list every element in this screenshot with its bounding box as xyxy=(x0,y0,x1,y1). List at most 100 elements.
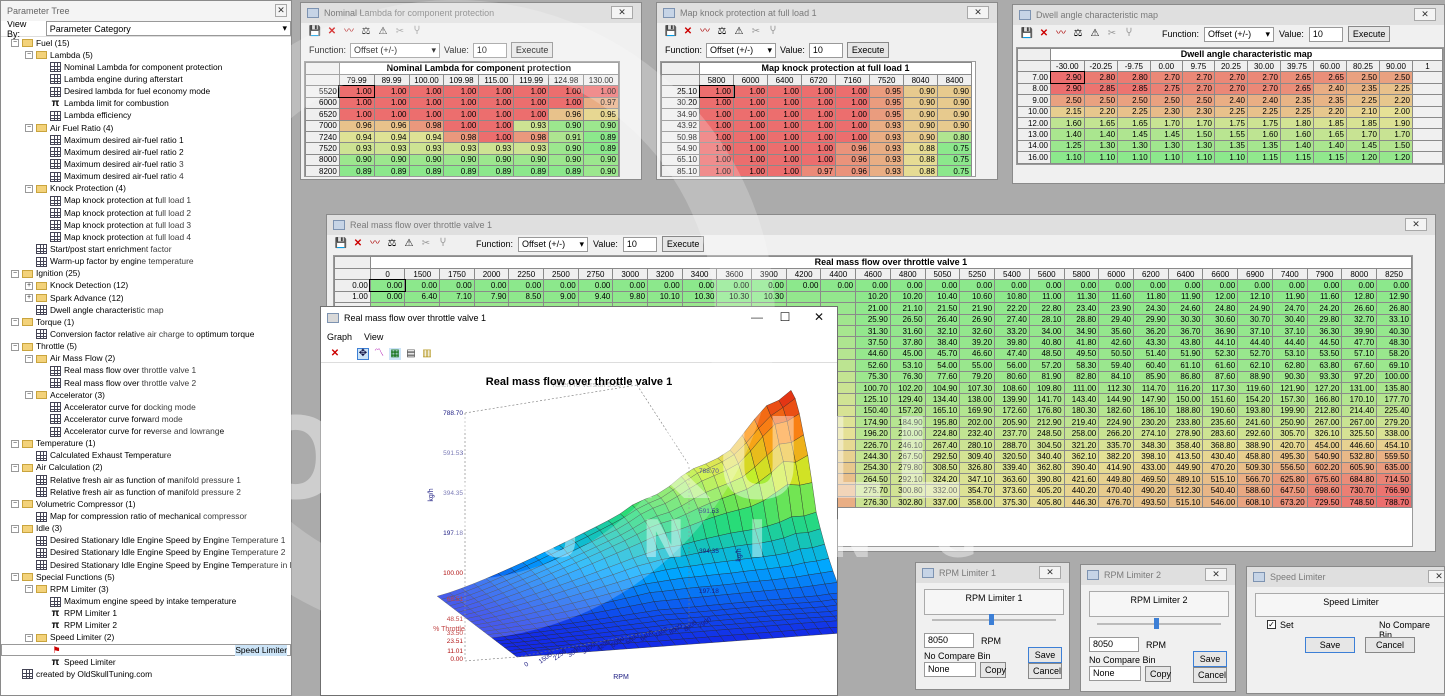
table-cell[interactable]: 12.00 xyxy=(1202,290,1239,304)
table-cell[interactable]: 1.00 xyxy=(443,119,480,132)
table-cell[interactable]: 1.00 xyxy=(733,142,768,155)
table-cell[interactable]: 305.70 xyxy=(1271,427,1308,440)
tree-item[interactable]: Map for compression ratio of mechanical … xyxy=(1,510,291,522)
table-cell[interactable]: 258.00 xyxy=(1063,427,1100,440)
table-cell[interactable]: 684.80 xyxy=(1341,473,1378,486)
expand-icon[interactable]: − xyxy=(25,354,33,363)
tree-item[interactable]: − Fuel (15) xyxy=(1,37,291,49)
table-cell[interactable]: 0.00 xyxy=(1341,279,1378,292)
table-cell[interactable]: 1.00 xyxy=(767,119,802,132)
table-cell[interactable]: 454.10 xyxy=(1376,438,1412,452)
table-cell[interactable]: 1.10 xyxy=(1213,151,1248,164)
tree-item[interactable]: − Speed Limiter (2) xyxy=(1,632,291,644)
table-cell[interactable]: 0.90 xyxy=(903,108,938,121)
table-cell[interactable]: 104.90 xyxy=(924,381,961,395)
table-cell[interactable]: 0.00 xyxy=(855,279,891,292)
table-cell[interactable]: 413.50 xyxy=(1167,450,1204,463)
table-cell[interactable]: 0.90 xyxy=(937,85,972,98)
trace-icon[interactable]: 〽 xyxy=(373,348,385,360)
table-cell[interactable]: 0.00 xyxy=(1063,279,1100,292)
table-cell[interactable]: 1.90 xyxy=(1378,116,1413,130)
table-cell[interactable]: 1.00 xyxy=(801,108,836,121)
compare-icon[interactable]: ⚖ xyxy=(386,238,398,250)
table-cell[interactable]: 2.10 xyxy=(1345,105,1380,118)
expand-icon[interactable]: + xyxy=(25,281,33,290)
table-cell[interactable]: 134.40 xyxy=(924,393,961,406)
table-cell[interactable]: 41.80 xyxy=(1063,336,1100,349)
table-cell[interactable]: 154.20 xyxy=(1237,393,1273,406)
row-header[interactable]: 43.92 xyxy=(661,119,700,132)
maximize-icon[interactable]: ☐ xyxy=(777,310,793,324)
column-header[interactable]: 5600 xyxy=(1028,267,1065,281)
table-cell[interactable]: 0.00 xyxy=(785,279,822,292)
table-cell[interactable]: 196.20 xyxy=(855,427,891,440)
tree-item[interactable]: Relative fresh air as function of manifo… xyxy=(1,486,291,498)
rpm2-slider-thumb[interactable] xyxy=(1154,618,1159,629)
table-cell[interactable]: 470.40 xyxy=(1098,484,1134,497)
table-cell[interactable]: 32.10 xyxy=(924,324,961,338)
table-cell[interactable]: 1.60 xyxy=(1246,128,1281,141)
table-cell[interactable]: 1.80 xyxy=(1279,116,1314,130)
table-cell[interactable]: 0.93 xyxy=(869,153,904,167)
table-cell[interactable]: 176.80 xyxy=(1028,404,1065,418)
cancel-icon[interactable]: ✕ xyxy=(352,238,364,250)
table-cell[interactable]: 279.20 xyxy=(1376,416,1412,429)
table-cell[interactable]: 11.60 xyxy=(1306,290,1343,304)
table-cell[interactable]: 279.80 xyxy=(889,461,926,475)
column-header[interactable]: 20.25 xyxy=(1213,59,1248,73)
table-cell[interactable]: 224.90 xyxy=(1098,416,1134,429)
table-cell[interactable]: 0.90 xyxy=(478,153,515,167)
table-cell[interactable]: 515.10 xyxy=(1202,473,1239,486)
graph-icon[interactable]: 〰 xyxy=(343,26,355,38)
table-cell[interactable]: 362.80 xyxy=(1028,461,1065,475)
table-cell[interactable]: 0.88 xyxy=(903,165,938,176)
table-cell[interactable]: 673.20 xyxy=(1271,495,1308,509)
table-cell[interactable]: 1.00 xyxy=(513,85,550,98)
warning-icon[interactable]: ⚠ xyxy=(377,26,389,38)
table-cell[interactable]: 1.10 xyxy=(1181,151,1215,164)
table-cell[interactable]: 0.80 xyxy=(937,130,972,144)
table-cell[interactable]: 22.20 xyxy=(994,302,1030,315)
rpm1-titlebar[interactable]: RPM Limiter 1 ✕ xyxy=(916,563,1069,583)
tree-item[interactable]: − Idle (3) xyxy=(1,523,291,535)
tree-item[interactable]: Relative fresh air as function of manifo… xyxy=(1,474,291,486)
expand-icon[interactable]: + xyxy=(25,294,33,303)
table-cell[interactable]: 288.70 xyxy=(994,438,1030,452)
tree-item[interactable]: Maximum desired air-fuel ratio 4 xyxy=(1,171,291,183)
table-cell[interactable]: 1.45 xyxy=(1149,128,1183,141)
row-header[interactable]: 6520 xyxy=(305,108,340,121)
table-cell[interactable]: 338.00 xyxy=(1376,427,1412,440)
table-cell[interactable]: 309.40 xyxy=(959,450,996,463)
table-cell[interactable]: 1.00 xyxy=(699,119,734,132)
table-cell[interactable]: 23.90 xyxy=(1098,302,1134,315)
table-cell[interactable]: 1.00 xyxy=(478,96,515,110)
table-cell[interactable]: 0.95 xyxy=(869,108,904,121)
table-cell[interactable]: 0.89 xyxy=(513,165,550,176)
table-cell[interactable]: 10.30 xyxy=(716,290,753,304)
table-cell[interactable]: 21.90 xyxy=(959,302,996,315)
rpm1-slider-track[interactable] xyxy=(932,619,1056,621)
table-cell[interactable]: 1.45 xyxy=(1345,139,1380,153)
table-cell[interactable]: 1.00 xyxy=(583,85,619,98)
table-cell[interactable]: 0.93 xyxy=(408,142,445,155)
table-cell[interactable]: 39.80 xyxy=(994,336,1030,349)
table-cell[interactable]: 274.10 xyxy=(1132,427,1169,440)
table-cell[interactable]: 85.90 xyxy=(1132,370,1169,383)
set-checkbox[interactable]: ✓ xyxy=(1267,620,1276,629)
table-cell[interactable]: 21.00 xyxy=(855,302,891,315)
table-cell[interactable]: 2.50 xyxy=(1181,94,1215,107)
table-cell[interactable]: 1.00 xyxy=(408,96,445,110)
cancel-icon[interactable]: ✕ xyxy=(682,26,694,38)
table-cell[interactable]: 61.10 xyxy=(1167,359,1204,372)
table-cell[interactable]: 2.35 xyxy=(1279,94,1314,107)
expand-icon[interactable]: − xyxy=(25,585,33,594)
table-cell[interactable]: 420.70 xyxy=(1271,438,1308,452)
graph-titlebar[interactable]: Real mass flow over throttle valve 1 — ☐… xyxy=(321,307,837,329)
table-cell[interactable]: 34.90 xyxy=(1063,324,1100,338)
table-cell[interactable]: 81.90 xyxy=(1028,370,1065,383)
rpm2-copy-button[interactable]: Copy xyxy=(1145,666,1171,682)
column-header[interactable]: 6000 xyxy=(733,73,768,87)
table-cell[interactable]: 1.00 xyxy=(443,85,480,98)
tree-item[interactable]: − Air Fuel Ratio (4) xyxy=(1,122,291,134)
table-cell[interactable]: 141.70 xyxy=(1028,393,1065,406)
